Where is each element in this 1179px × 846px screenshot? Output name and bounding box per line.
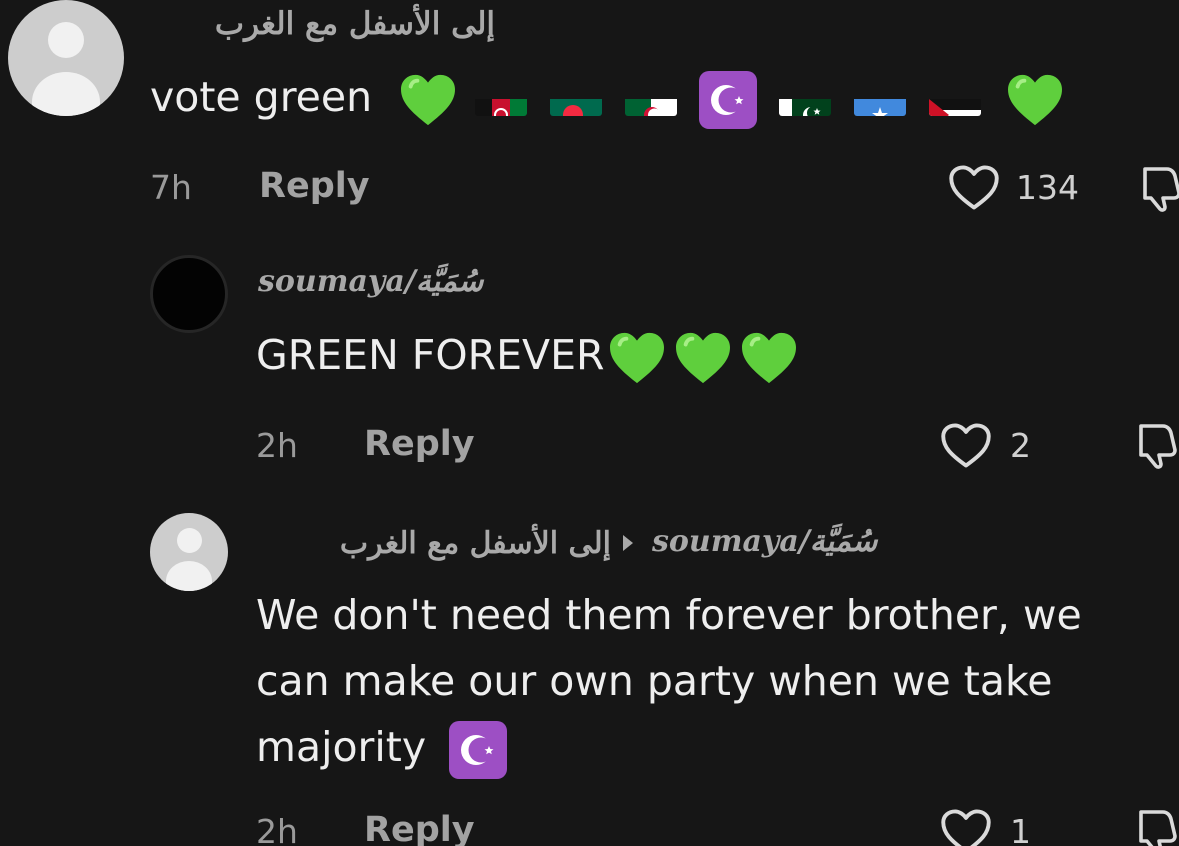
- reply-button[interactable]: Reply: [259, 166, 370, 206]
- comment-text: vote green: [150, 64, 1064, 130]
- comment-text-body: GREEN FOREVER: [256, 331, 605, 379]
- like-count: 134: [1016, 168, 1079, 207]
- avatar[interactable]: [8, 0, 124, 116]
- comment-username[interactable]: إلى الأسفل مع الغرب: [215, 6, 495, 42]
- comment-timestamp: 2h: [256, 426, 298, 465]
- comment-timestamp: 7h: [150, 168, 192, 207]
- reply-to-username[interactable]: soumaya/سُمَيَّة: [652, 524, 877, 559]
- like-count: 2: [1010, 426, 1031, 465]
- heart-icon[interactable]: [940, 808, 992, 846]
- green-heart-icon: [740, 331, 798, 385]
- heart-icon[interactable]: [940, 422, 992, 470]
- palestine-flag-icon: [929, 84, 982, 116]
- green-heart-icon: [674, 331, 732, 385]
- green-heart-icon: [1006, 73, 1064, 127]
- pakistan-flag-icon: [779, 84, 832, 116]
- reply-to-caret-icon: [623, 535, 633, 551]
- reply-button[interactable]: Reply: [364, 810, 475, 846]
- reply-button[interactable]: Reply: [364, 424, 475, 464]
- dislike-icon[interactable]: [1137, 422, 1177, 470]
- green-heart-icon: [608, 331, 666, 385]
- comment-username[interactable]: soumaya/سُمَيَّة: [258, 264, 483, 299]
- heart-icon[interactable]: [948, 164, 1000, 212]
- algeria-flag-icon: [625, 84, 678, 116]
- like-count: 1: [1010, 812, 1031, 846]
- comment-timestamp: 2h: [256, 812, 298, 846]
- comment-text-body: vote green: [150, 73, 373, 121]
- comment-username[interactable]: إلى الأسفل مع الغرب: [340, 526, 611, 561]
- comment-text-line: majority: [256, 714, 511, 780]
- dislike-icon[interactable]: [1137, 808, 1177, 846]
- afghanistan-flag-icon: [475, 84, 528, 116]
- star-and-crescent-icon: [449, 721, 508, 779]
- dislike-icon[interactable]: [1141, 165, 1179, 213]
- comment-text-line: We don't need them forever brother, we: [256, 591, 1082, 639]
- avatar[interactable]: [150, 513, 228, 591]
- avatar[interactable]: [150, 255, 228, 333]
- comment-text-body: majority: [256, 723, 427, 771]
- somalia-flag-icon: [854, 84, 907, 116]
- comment-text-line: can make our own party when we take: [256, 657, 1053, 705]
- bangladesh-flag-icon: [550, 84, 603, 116]
- comments-panel: إلى الأسفل مع الغرب vote green 7h Reply …: [0, 0, 1179, 846]
- comment-text: GREEN FOREVER: [256, 322, 798, 388]
- green-heart-icon: [399, 73, 457, 127]
- star-and-crescent-icon: [699, 71, 758, 129]
